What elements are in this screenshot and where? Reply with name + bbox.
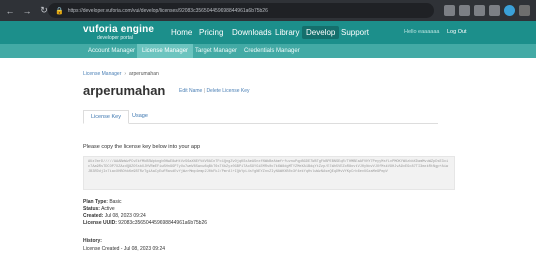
subnav-credentials-manager[interactable]: Credentials Manager (239, 44, 305, 58)
subnav-license-manager[interactable]: License Manager (137, 44, 194, 58)
plan-type-row: Plan Type: Basic (83, 199, 122, 205)
nav-library[interactable]: Library (275, 28, 299, 37)
history-heading: History: (83, 238, 102, 244)
nav-downloads[interactable]: Downloads (232, 28, 272, 37)
copy-instruction: Please copy the license key below into y… (83, 144, 201, 150)
status-label: Status: (83, 206, 100, 212)
address-bar[interactable]: 🔒 https://developer.vuforia.com/vui/deve… (48, 3, 434, 18)
title-actions: Edit Name | Delete License Key (179, 88, 250, 94)
plan-type-value: Basic (109, 199, 122, 205)
page-title: arperumahan (83, 83, 166, 98)
nav-pricing[interactable]: Pricing (199, 28, 223, 37)
tab-usage[interactable]: Usage (125, 110, 155, 124)
tab-license-key[interactable]: License Key (83, 110, 129, 124)
created-row: Created: Jul 08, 2023 09:24 (83, 213, 146, 219)
menu-icon[interactable] (519, 5, 530, 16)
forward-icon[interactable]: → (20, 4, 34, 18)
created-value: Jul 08, 2023 09:24 (104, 213, 146, 219)
nav-develop[interactable]: Develop (302, 26, 340, 39)
plan-type-label: Plan Type: (83, 199, 108, 205)
vuforia-logo[interactable]: vuforia engine developer portal (83, 24, 155, 42)
uuid-value: 92083c356504459698844961a6b75b26 (118, 220, 208, 226)
browser-toolbar: ← → ↻ 🔒 https://developer.vuforia.com/vu… (0, 0, 536, 21)
profile-icon[interactable] (504, 5, 515, 16)
extension-icon[interactable] (489, 5, 500, 16)
user-greeting[interactable]: Hello eaaaaaa (404, 29, 439, 35)
breadcrumb: License Manager › arperumahan (83, 71, 159, 77)
breadcrumb-parent[interactable]: License Manager (83, 71, 121, 77)
tab-bar: License Key Usage (83, 110, 438, 124)
logout-link[interactable]: Log Out (447, 29, 467, 35)
breadcrumb-current: arperumahan (129, 71, 159, 77)
extension-icon[interactable] (474, 5, 485, 16)
status-row: Status: Active (83, 206, 115, 212)
breadcrumb-separator: › (124, 71, 127, 77)
edit-name-link[interactable]: Edit Name (179, 88, 202, 94)
history-label: History: (83, 238, 102, 244)
sub-navigation: Account Manager License Manager Target M… (0, 44, 536, 58)
extension-icon[interactable] (444, 5, 455, 16)
subnav-account-manager[interactable]: Account Manager (83, 44, 140, 58)
license-key-box[interactable]: AUz7mrD/////AAABmWzPCvEkfMkBSWpkngb0NwE8… (83, 156, 455, 190)
nav-home[interactable]: Home (171, 28, 192, 37)
uuid-row: License UUID: 92083c356504459698844961a6… (83, 220, 207, 226)
delete-license-link[interactable]: Delete License Key (206, 88, 249, 94)
nav-support[interactable]: Support (341, 28, 369, 37)
logo-main-text: vuforia engine (83, 24, 155, 35)
url-text[interactable]: https://developer.vuforia.com/vui/develo… (68, 8, 268, 14)
logo-sub-text: developer portal (97, 35, 133, 41)
extension-icon[interactable] (459, 5, 470, 16)
status-value: Active (101, 206, 115, 212)
history-entry: License Created - Jul 08, 2023 09:24 (83, 246, 165, 252)
lock-icon: 🔒 (55, 7, 64, 15)
back-icon[interactable]: ← (3, 4, 17, 18)
uuid-label: License UUID: (83, 220, 117, 226)
site-header: vuforia engine developer portal Home Pri… (0, 21, 536, 44)
created-label: Created: (83, 213, 104, 219)
subnav-target-manager[interactable]: Target Manager (190, 44, 242, 58)
